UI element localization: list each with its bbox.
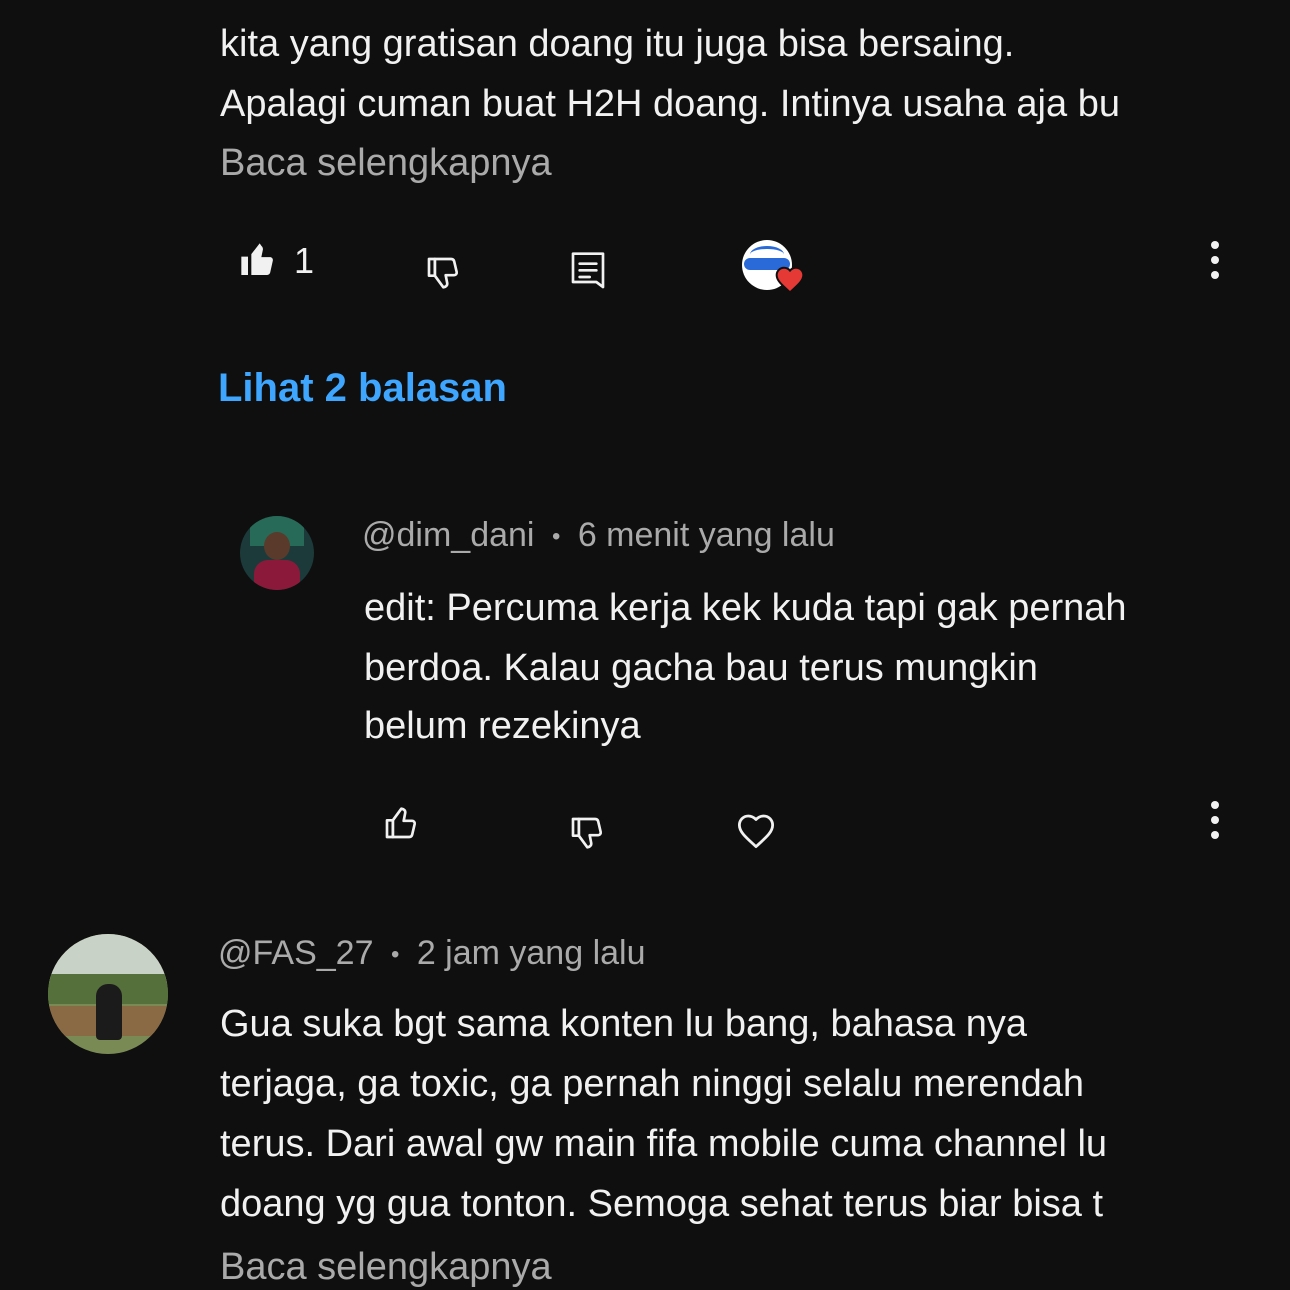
thumbs-down-icon: [427, 257, 459, 289]
heart-button[interactable]: [730, 804, 782, 856]
dislike-button[interactable]: [418, 248, 470, 300]
author-handle[interactable]: @FAS_27: [218, 934, 374, 972]
timestamp: 2 jam yang lalu: [416, 934, 646, 972]
reply-text-line: edit: Percuma kerja kek kuda tapi gak pe…: [364, 587, 1127, 629]
reply-button[interactable]: [562, 246, 614, 298]
like-button[interactable]: [232, 234, 284, 286]
avatar-head: [264, 532, 290, 560]
reply-meta: @dim_dani • 6 menit yang lalu: [362, 516, 835, 555]
heart-icon: [775, 266, 805, 294]
reply-text-line: belum rezekinya: [364, 705, 641, 747]
read-more-link[interactable]: Baca selengkapnya: [220, 1246, 552, 1289]
comment-meta: @FAS_27 • 2 jam yang lalu: [218, 934, 646, 973]
avatar[interactable]: [240, 516, 314, 590]
comment-reply-icon: [571, 252, 605, 289]
comment-text-line: Apalagi cuman buat H2H doang. Intinya us…: [220, 83, 1120, 125]
more-options-button[interactable]: [1194, 234, 1236, 286]
meta-separator: •: [390, 941, 400, 969]
avatar-person: [96, 984, 122, 1040]
meta-separator: •: [551, 523, 561, 551]
comment-text-line: kita yang gratisan doang itu juga bisa b…: [220, 23, 1015, 65]
comment-text-line: terus. Dari awal gw main fifa mobile cum…: [220, 1123, 1108, 1165]
view-replies-button[interactable]: Lihat 2 balasan: [218, 366, 507, 411]
comment-text-line: doang yg gua tonton. Semoga sehat terus …: [220, 1183, 1104, 1225]
creator-heart-badge: [742, 238, 808, 296]
author-handle[interactable]: @dim_dani: [362, 516, 535, 554]
like-count: 1: [294, 240, 315, 281]
heart-icon: [737, 814, 775, 849]
avatar[interactable]: [48, 934, 168, 1054]
timestamp: 6 menit yang lalu: [577, 516, 835, 554]
thumbs-up-icon: [385, 807, 417, 839]
comment-text-line: Gua suka bgt sama konten lu bang, bahasa…: [220, 1003, 1027, 1045]
more-vertical-icon: [1211, 801, 1219, 839]
thumbs-up-icon: [241, 243, 273, 275]
like-button[interactable]: [376, 796, 428, 848]
comment-text-line: terjaga, ga toxic, ga pernah ninggi sela…: [220, 1063, 1085, 1105]
reply-item: @dim_dani • 6 menit yang lalu edit: Perc…: [0, 500, 1290, 880]
comment-thread-1: kita yang gratisan doang itu juga bisa b…: [0, 0, 1290, 440]
more-vertical-icon: [1211, 241, 1219, 279]
more-options-button[interactable]: [1194, 794, 1236, 846]
comment-thread-2: @FAS_27 • 2 jam yang lalu Gua suka bgt s…: [0, 920, 1290, 1290]
avatar-shirt: [254, 560, 300, 590]
dislike-button[interactable]: [562, 808, 614, 860]
reply-text-line: berdoa. Kalau gacha bau terus mungkin: [364, 647, 1038, 689]
thumbs-down-icon: [571, 817, 603, 849]
read-more-link[interactable]: Baca selengkapnya: [220, 142, 552, 185]
avatar-logo-arc: [750, 246, 784, 263]
